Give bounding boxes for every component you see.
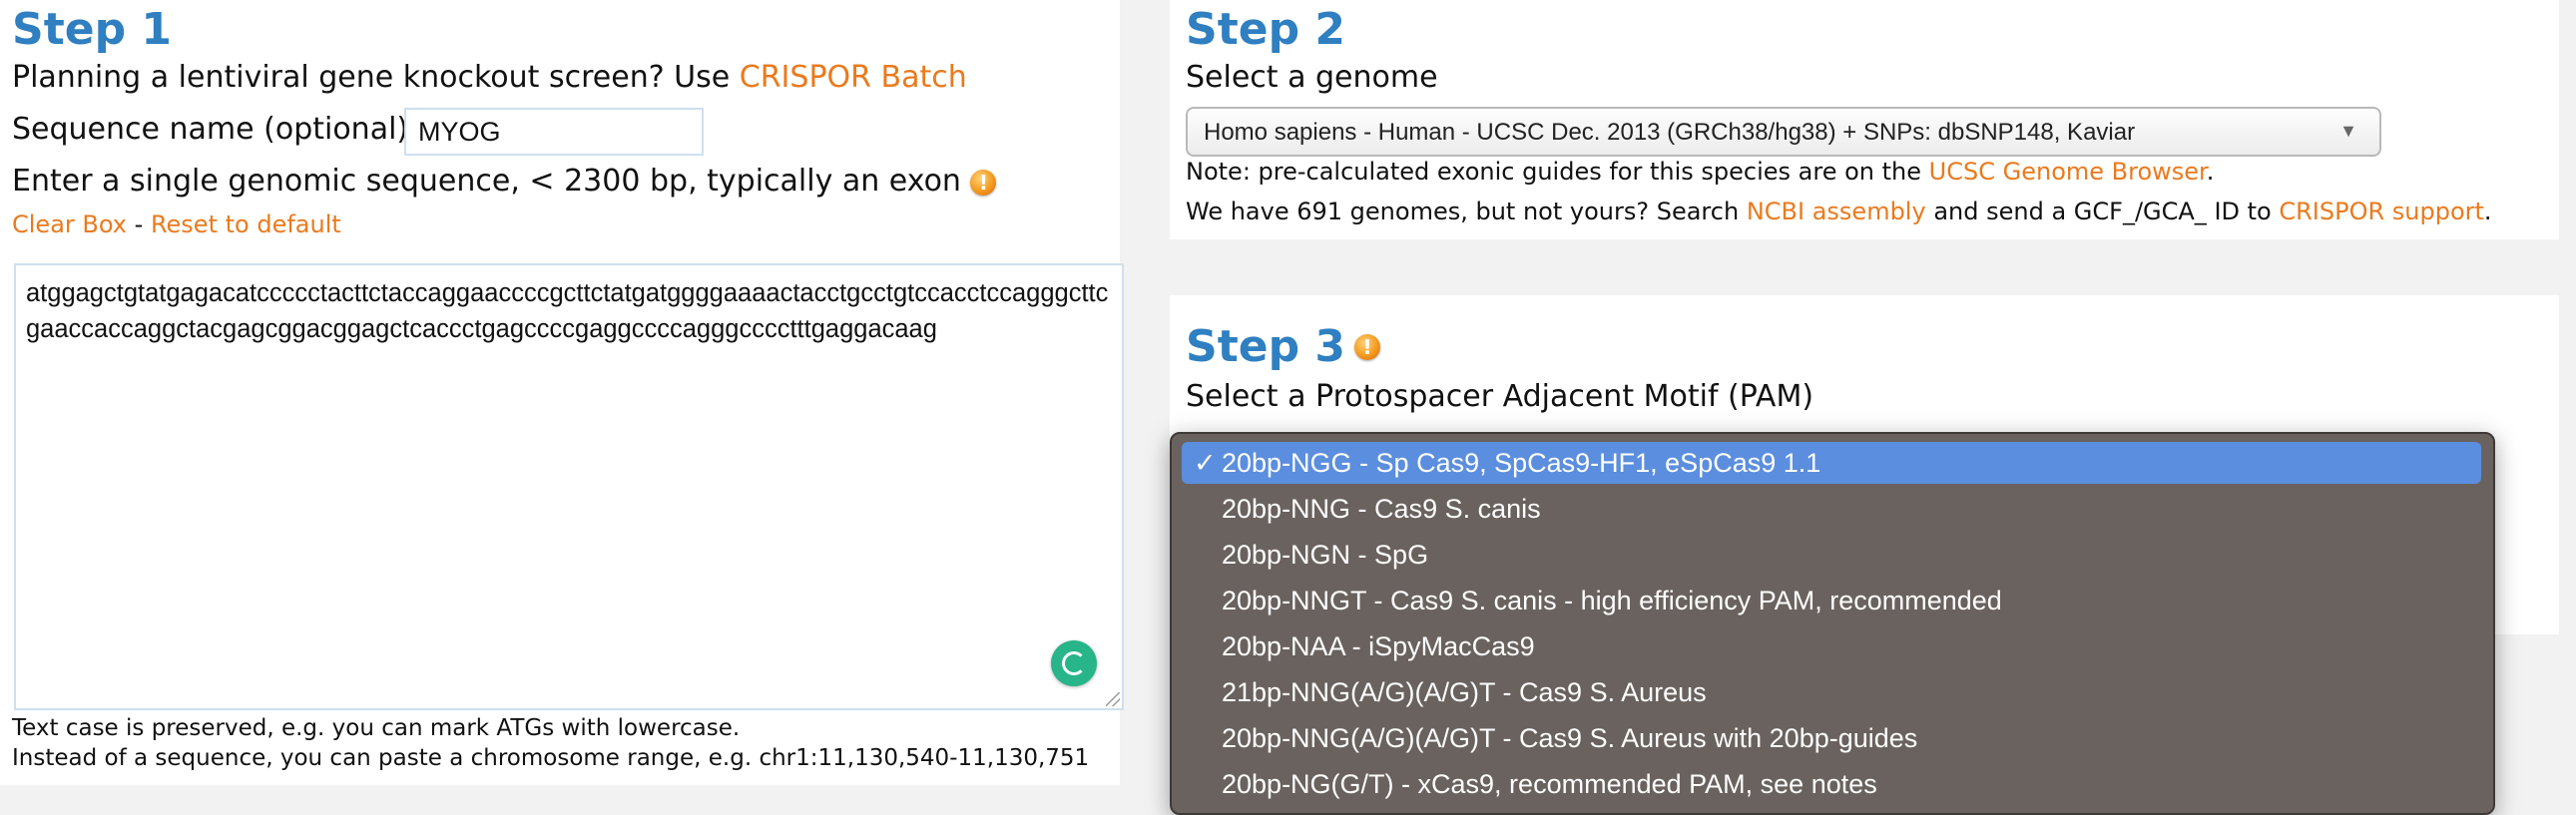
pam-option-label: 20bp-NNG - Cas9 S. canis bbox=[1222, 494, 1541, 524]
step1-intro: Planning a lentiviral gene knockout scre… bbox=[12, 60, 967, 95]
intro-text: Planning a lentiviral gene knockout scre… bbox=[12, 60, 731, 95]
pam-option-7[interactable]: 20bp-NG(G/T) - xCas9, recommended PAM, s… bbox=[1182, 763, 2481, 805]
pam-option-label: 21bp-NNG(A/G)(A/G)T - Cas9 S. Aureus bbox=[1222, 677, 1707, 707]
ucsc-genome-browser-link[interactable]: UCSC Genome Browser bbox=[1929, 158, 2207, 186]
pam-option-label: 20bp-NG(G/T) - xCas9, recommended PAM, s… bbox=[1222, 769, 1877, 799]
step2-subtitle: Select a genome bbox=[1186, 60, 1438, 95]
pam-option-6[interactable]: 20bp-NNG(A/G)(A/G)T - Cas9 S. Aureus wit… bbox=[1182, 717, 2481, 759]
pam-option-label: 20bp-NGN - SpG bbox=[1222, 540, 1429, 570]
step1-title: Step 1 bbox=[12, 4, 172, 55]
pam-option-5[interactable]: 21bp-NNG(A/G)(A/G)T - Cas9 S. Aureus bbox=[1182, 671, 2481, 713]
genome-selected-value: Homo sapiens - Human - UCSC Dec. 2013 (G… bbox=[1204, 119, 2136, 146]
chevron-down-icon: ▼ bbox=[2339, 121, 2357, 141]
textbox-actions: Clear Box - Reset to default bbox=[12, 210, 341, 238]
pam-option-label: 20bp-NGG - Sp Cas9, SpCas9-HF1, eSpCas9 … bbox=[1222, 448, 1821, 478]
clear-box-link[interactable]: Clear Box bbox=[12, 210, 127, 238]
pam-option-label: 20bp-NNGT - Cas9 S. canis - high efficie… bbox=[1222, 586, 2002, 615]
genomes-note: We have 691 genomes, but not yours? Sear… bbox=[1186, 198, 2492, 225]
note-case: Text case is preserved, e.g. you can mar… bbox=[12, 715, 741, 741]
reset-default-link[interactable]: Reset to default bbox=[151, 210, 341, 238]
pam-option-2[interactable]: 20bp-NGN - SpG bbox=[1182, 534, 2481, 576]
seq-prompt-row: Enter a single genomic sequence, < 2300 … bbox=[12, 164, 997, 199]
pam-option-4[interactable]: 20bp-NAA - iSpyMacCas9 bbox=[1182, 625, 2481, 667]
ucsc-note: Note: pre-calculated exonic guides for t… bbox=[1186, 158, 2214, 186]
step3-subtitle: Select a Protospacer Adjacent Motif (PAM… bbox=[1186, 379, 1814, 414]
warning-icon[interactable]: ! bbox=[970, 169, 997, 196]
pam-option-1[interactable]: 20bp-NNG - Cas9 S. canis bbox=[1182, 488, 2481, 530]
ucsc-note-suffix: . bbox=[2206, 158, 2215, 186]
genomes-note-suffix: . bbox=[2483, 198, 2492, 225]
checkmark-icon: ✓ bbox=[1194, 448, 1217, 478]
crispor-support-link[interactable]: CRISPOR support bbox=[2279, 198, 2484, 225]
pam-option-label: 20bp-NAA - iSpyMacCas9 bbox=[1222, 631, 1535, 661]
pam-option-0[interactable]: ✓ 20bp-NGG - Sp Cas9, SpCas9-HF1, eSpCas… bbox=[1182, 442, 2481, 484]
pam-dropdown-menu[interactable]: ✓ 20bp-NGG - Sp Cas9, SpCas9-HF1, eSpCas… bbox=[1170, 432, 2495, 815]
pam-option-label: 20bp-NNG(A/G)(A/G)T - Cas9 S. Aureus wit… bbox=[1222, 723, 1918, 753]
seqname-label: Sequence name (optional): bbox=[12, 112, 419, 147]
genome-select[interactable]: Homo sapiens - Human - UCSC Dec. 2013 (G… bbox=[1186, 107, 2381, 157]
resize-grip-icon[interactable] bbox=[1106, 692, 1120, 706]
ncbi-assembly-link[interactable]: NCBI assembly bbox=[1747, 198, 1926, 225]
genomes-note-prefix: We have 691 genomes, but not yours? Sear… bbox=[1186, 198, 1740, 225]
note-range: Instead of a sequence, you can paste a c… bbox=[12, 745, 1090, 771]
sequence-name-input[interactable] bbox=[404, 108, 704, 156]
step3-warning-icon[interactable]: ! bbox=[1354, 333, 1381, 360]
genomes-note-mid: and send a GCF_/GCA_ ID to bbox=[1933, 198, 2272, 225]
crispor-batch-link[interactable]: CRISPOR Batch bbox=[740, 60, 967, 95]
action-separator: - bbox=[127, 210, 151, 238]
step2-title: Step 2 bbox=[1186, 4, 1345, 55]
seq-prompt: Enter a single genomic sequence, < 2300 … bbox=[12, 164, 961, 199]
sequence-textarea[interactable]: atggagctgtatgagacatccccctacttctaccaggaac… bbox=[14, 263, 1124, 710]
step3-title: Step 3 bbox=[1186, 321, 1345, 372]
grammarly-icon[interactable] bbox=[1051, 640, 1097, 686]
ucsc-note-prefix: Note: pre-calculated exonic guides for t… bbox=[1186, 158, 1922, 186]
step3-title-row: Step 3 ! bbox=[1186, 321, 1381, 372]
pam-option-3[interactable]: 20bp-NNGT - Cas9 S. canis - high efficie… bbox=[1182, 580, 2481, 621]
